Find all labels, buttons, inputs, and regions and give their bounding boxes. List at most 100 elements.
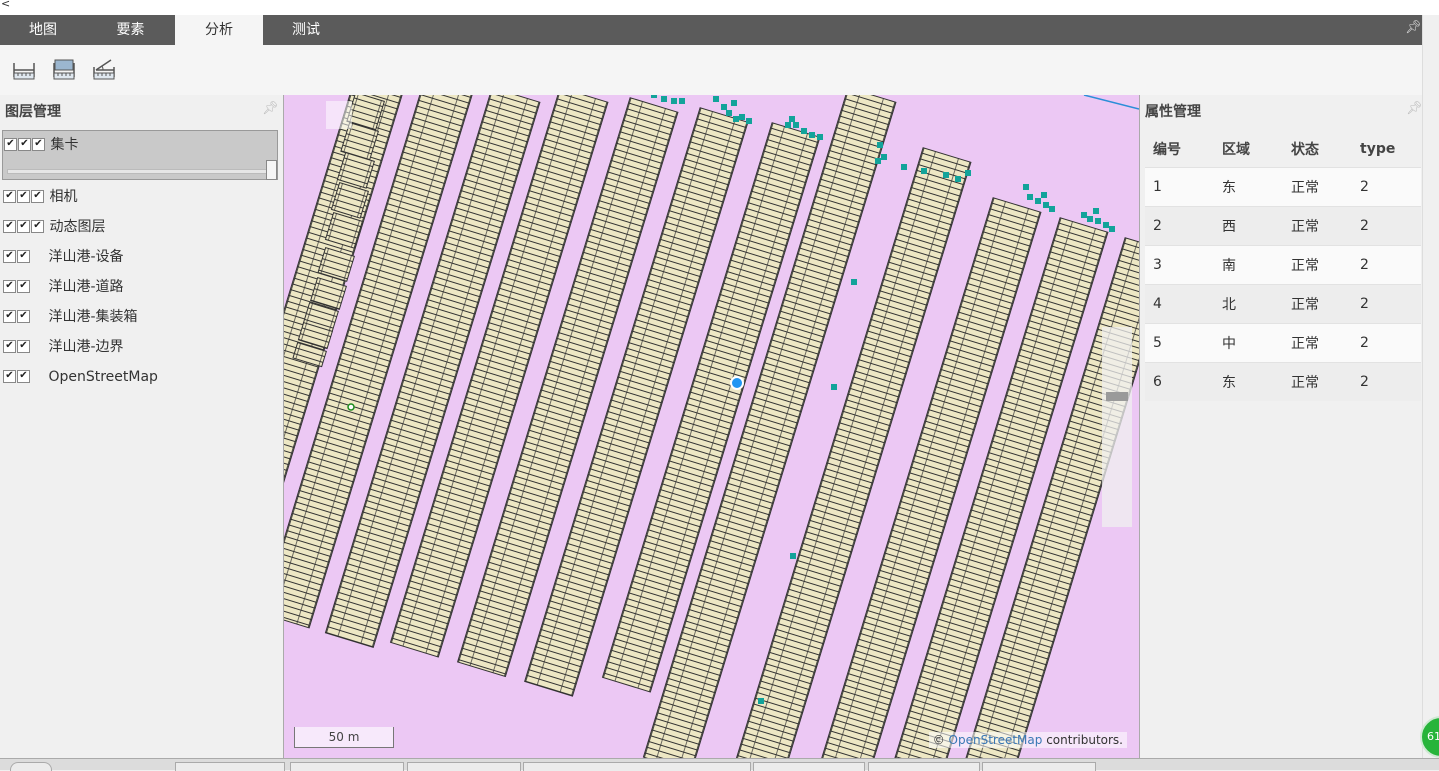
equipment-marker[interactable]: [713, 96, 719, 102]
table-row[interactable]: 3 南正常 2: [1145, 245, 1421, 285]
taskbar-item[interactable]: [407, 762, 521, 771]
table-row[interactable]: 1 东正常 2: [1145, 167, 1421, 207]
equipment-marker[interactable]: [679, 98, 685, 104]
layer-checkbox[interactable]: ✔: [3, 309, 16, 323]
table-row[interactable]: 6 东正常 2: [1145, 362, 1421, 401]
opacity-slider-thumb[interactable]: [266, 160, 277, 180]
layer-row-equipment[interactable]: ✔ ✔ 洋山港-设备: [3, 246, 124, 268]
measure-angle-icon[interactable]: [91, 57, 117, 83]
layer-checkbox[interactable]: ✔: [4, 137, 17, 151]
equipment-marker[interactable]: [943, 172, 949, 178]
equipment-marker[interactable]: [726, 110, 732, 116]
selected-layer-item[interactable]: ✔ ✔ ✔ 集卡: [2, 130, 278, 180]
start-button[interactable]: [10, 762, 52, 771]
layer-checkbox[interactable]: ✔: [3, 279, 16, 293]
map-overlay-handle[interactable]: [1106, 392, 1128, 401]
layer-row-road[interactable]: ✔ ✔ 洋山港-道路: [3, 276, 124, 298]
table-row[interactable]: 5 中正常 2: [1145, 323, 1421, 363]
equipment-marker[interactable]: [1041, 192, 1047, 198]
equipment-marker[interactable]: [1109, 226, 1115, 232]
layer-opacity-slider[interactable]: [7, 169, 269, 174]
location-marker[interactable]: [730, 376, 744, 390]
equipment-marker[interactable]: [817, 134, 823, 140]
column-header[interactable]: 区域: [1214, 131, 1283, 168]
equipment-marker[interactable]: [1027, 194, 1033, 200]
equipment-marker[interactable]: [789, 116, 795, 122]
layer-checkbox[interactable]: ✔: [3, 189, 16, 203]
layer-checkbox[interactable]: ✔: [31, 219, 44, 233]
layer-row-boundary[interactable]: ✔ ✔ 洋山港-边界: [3, 336, 124, 358]
layer-checkbox[interactable]: ✔: [3, 219, 16, 233]
page-scrollbar[interactable]: [1422, 15, 1439, 758]
equipment-marker[interactable]: [1093, 208, 1099, 214]
equipment-marker[interactable]: [1035, 198, 1041, 204]
equipment-marker[interactable]: [1049, 206, 1055, 212]
layer-checkbox[interactable]: ✔: [17, 189, 30, 203]
layer-row-dynamic[interactable]: ✔ ✔ ✔ 动态图层: [3, 216, 105, 238]
equipment-marker[interactable]: [1095, 218, 1101, 224]
equipment-marker[interactable]: [875, 158, 881, 164]
equipment-marker[interactable]: [733, 116, 739, 122]
layer-checkbox[interactable]: ✔: [17, 339, 30, 353]
layer-checkbox[interactable]: ✔: [31, 189, 44, 203]
equipment-marker[interactable]: [721, 104, 727, 110]
tab-analysis[interactable]: 分析: [175, 15, 263, 45]
layer-checkbox[interactable]: ✔: [3, 339, 16, 353]
layer-row-osm[interactable]: ✔ ✔ OpenStreetMap: [3, 366, 158, 388]
column-header[interactable]: type: [1352, 131, 1421, 168]
equipment-marker[interactable]: [790, 553, 796, 559]
equipment-marker[interactable]: [739, 114, 745, 120]
equipment-marker[interactable]: [955, 176, 961, 182]
layer-checkbox[interactable]: ✔: [17, 249, 30, 263]
equipment-marker[interactable]: [1103, 222, 1109, 228]
equipment-marker[interactable]: [901, 164, 907, 170]
layer-checkbox[interactable]: ✔: [32, 137, 45, 151]
equipment-marker[interactable]: [746, 118, 752, 124]
layer-row-container[interactable]: ✔ ✔ 洋山港-集装箱: [3, 306, 138, 328]
attr-panel-pin-icon[interactable]: 📌︎: [1406, 101, 1423, 116]
equipment-marker[interactable]: [877, 142, 883, 148]
equipment-marker[interactable]: [921, 168, 927, 174]
layer-checkbox[interactable]: ✔: [18, 137, 31, 151]
osm-link[interactable]: OpenStreetMap: [949, 733, 1043, 747]
equipment-marker[interactable]: [785, 122, 791, 128]
layer-checkbox[interactable]: ✔: [3, 249, 16, 263]
column-header[interactable]: 状态: [1283, 131, 1352, 168]
equipment-marker[interactable]: [661, 96, 667, 102]
taskbar-item[interactable]: [868, 762, 980, 771]
taskbar-item[interactable]: [523, 762, 751, 771]
measure-area-icon[interactable]: [51, 57, 77, 83]
equipment-marker[interactable]: [793, 122, 799, 128]
measure-length-icon[interactable]: [11, 57, 37, 83]
layer-checkbox[interactable]: ✔: [3, 369, 16, 383]
table-row[interactable]: 4 北正常 2: [1145, 284, 1421, 324]
layer-row-camera[interactable]: ✔ ✔ ✔ 相机: [3, 186, 77, 208]
taskbar-item[interactable]: [982, 762, 1096, 771]
taskbar-item[interactable]: [175, 762, 285, 771]
equipment-marker[interactable]: [758, 698, 764, 704]
layer-checkbox[interactable]: ✔: [17, 279, 30, 293]
equipment-marker[interactable]: [851, 279, 857, 285]
table-row[interactable]: 2 西正常 2: [1145, 206, 1421, 246]
equipment-marker[interactable]: [731, 100, 737, 106]
layer-panel-pin-icon[interactable]: 📌︎: [262, 101, 279, 116]
taskbar-item[interactable]: [753, 762, 865, 771]
equipment-marker[interactable]: [801, 128, 807, 134]
layer-checkbox[interactable]: ✔: [17, 309, 30, 323]
tabbar-pin-icon[interactable]: 📌︎: [1405, 20, 1422, 35]
map-canvas[interactable]: [284, 95, 1139, 758]
tab-map[interactable]: 地图: [0, 15, 86, 45]
equipment-marker[interactable]: [831, 384, 837, 390]
layer-checkbox[interactable]: ✔: [17, 369, 30, 383]
tab-test[interactable]: 测试: [263, 15, 349, 45]
map-view[interactable]: 50 m © OpenStreetMap contributors.: [283, 95, 1139, 758]
equipment-marker[interactable]: [881, 154, 887, 160]
layer-checkbox[interactable]: ✔: [17, 219, 30, 233]
equipment-marker[interactable]: [651, 95, 657, 98]
equipment-marker[interactable]: [965, 170, 971, 176]
equipment-marker[interactable]: [1087, 216, 1093, 222]
equipment-marker[interactable]: [1081, 212, 1087, 218]
equipment-marker[interactable]: [1043, 202, 1049, 208]
equipment-marker[interactable]: [809, 132, 815, 138]
equipment-marker[interactable]: [1023, 184, 1029, 190]
